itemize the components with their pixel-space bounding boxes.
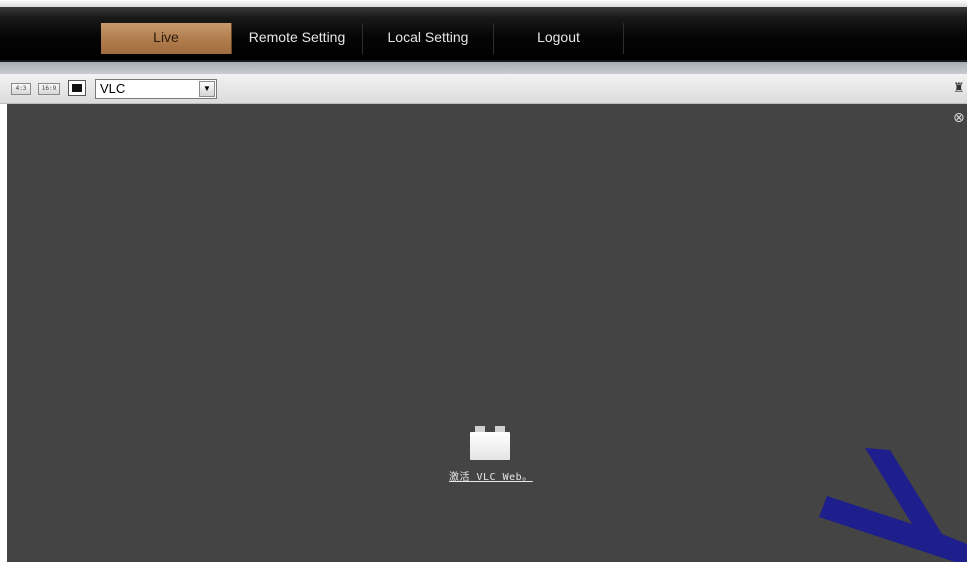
main-navigation: Live Remote Setting Local Setting Logout (0, 7, 967, 60)
close-icon[interactable]: ⊗ (953, 110, 967, 124)
video-area: ⊗ 激活 VLC Web。 (7, 104, 967, 562)
tab-local-setting[interactable]: Local Setting (363, 23, 494, 54)
chevron-down-icon[interactable]: ▼ (199, 81, 215, 97)
fullscreen-button[interactable] (68, 80, 86, 96)
player-select[interactable]: VLC ▼ (95, 79, 217, 99)
toolbar-header-strip (0, 62, 967, 74)
tab-live[interactable]: Live (101, 23, 232, 54)
tab-remote-setting[interactable]: Remote Setting (232, 23, 363, 54)
player-select-value: VLC (100, 81, 126, 96)
tab-logout[interactable]: Logout (494, 23, 624, 54)
app-window: Live Remote Setting Local Setting Logout… (0, 0, 967, 562)
tool-icon[interactable]: ♜ (953, 82, 967, 96)
aspect-16-9-button[interactable]: 16:9 (38, 83, 60, 95)
activate-plugin-link[interactable]: 激活 VLC Web。 (449, 468, 533, 483)
aspect-4-3-button[interactable]: 4:3 (11, 83, 31, 95)
watermark-stroke (819, 448, 967, 562)
plugin-body (470, 432, 510, 460)
left-margin (0, 104, 7, 562)
top-strip (0, 0, 967, 7)
live-toolbar: 4:3 16:9 VLC ▼ ♜ (0, 74, 967, 104)
fullscreen-icon (72, 84, 82, 92)
plugin-icon (470, 426, 510, 460)
